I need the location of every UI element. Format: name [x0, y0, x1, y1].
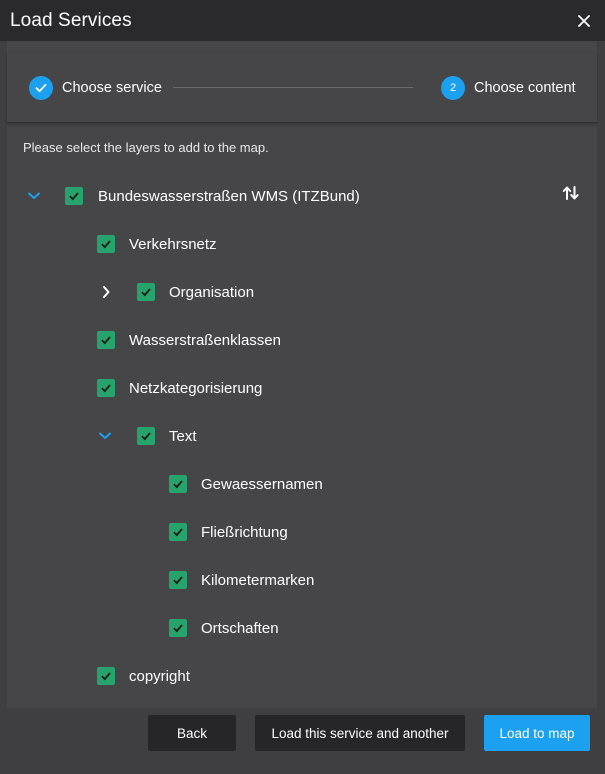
layer-checkbox[interactable]: [169, 523, 187, 541]
tree-item-netzkategorisierung: Netzkategorisierung: [97, 376, 262, 400]
layer-checkbox[interactable]: [97, 331, 115, 349]
step-choose-service[interactable]: Choose service: [29, 75, 162, 100]
layer-checkbox[interactable]: [137, 427, 155, 445]
layer-label: Gewaessernamen: [201, 475, 323, 493]
dialog-titlebar: Load Services: [0, 0, 605, 41]
stepper: Choose service 2 Choose content: [7, 53, 597, 123]
load-to-map-button[interactable]: Load to map: [484, 715, 590, 751]
dialog-footer: Back Load this service and another Load …: [0, 708, 605, 774]
layer-label: Fließrichtung: [201, 523, 288, 541]
tree-item-gewaessernamen: Gewaessernamen: [169, 472, 323, 496]
layer-label: Verkehrsnetz: [129, 235, 217, 253]
content-panel: Choose service 2 Choose content Please s…: [7, 41, 597, 708]
layer-checkbox[interactable]: [97, 667, 115, 685]
tree-item-fliessrichtung: Fließrichtung: [169, 520, 288, 544]
layer-checkbox[interactable]: [169, 619, 187, 637]
step-label: Choose service: [62, 79, 162, 96]
layer-checkbox[interactable]: [169, 571, 187, 589]
layer-checkbox[interactable]: [65, 187, 83, 205]
sort-arrows-icon[interactable]: [562, 184, 580, 202]
layer-label: copyright: [129, 667, 190, 685]
layer-label: Wasserstraßenklassen: [129, 331, 281, 349]
layer-label: Organisation: [169, 283, 255, 301]
tree-item-kilometermarken: Kilometermarken: [169, 568, 314, 592]
step-choose-content[interactable]: 2 Choose content: [441, 75, 576, 100]
tree-item-text: Text: [137, 424, 197, 448]
layer-checkbox[interactable]: [97, 235, 115, 253]
step-number: 2: [441, 75, 465, 100]
layer-label: Ortschaften: [201, 619, 279, 637]
chevron-down-icon[interactable]: [26, 188, 42, 204]
tree-item-root: Bundeswasserstraßen WMS (ITZBund): [65, 184, 360, 208]
tree-item-wasserstrassenklassen: Wasserstraßenklassen: [97, 328, 281, 352]
layer-checkbox[interactable]: [169, 475, 187, 493]
layer-label: Netzkategorisierung: [129, 379, 263, 397]
step-label: Choose content: [474, 79, 576, 96]
tree-item-verkehrsnetz: Verkehrsnetz: [97, 232, 217, 256]
dialog-title: Load Services: [10, 9, 132, 31]
layer-label: Kilometermarken: [201, 571, 315, 589]
close-icon[interactable]: [573, 10, 595, 32]
layer-label: Bundeswasserstraßen WMS (ITZBund): [98, 187, 360, 205]
layer-checkbox[interactable]: [137, 283, 155, 301]
chevron-right-icon[interactable]: [98, 284, 114, 300]
tree-item-ortschaften: Ortschaften: [169, 616, 279, 640]
instruction-text: Please select the layers to add to the m…: [23, 140, 269, 155]
tree-item-copyright: copyright: [97, 664, 190, 688]
chevron-down-icon[interactable]: [97, 428, 113, 444]
load-services-dialog: Load Services Choose service 2 Choose co…: [0, 0, 605, 774]
tree-item-organisation: Organisation: [137, 280, 254, 304]
back-button[interactable]: Back: [148, 715, 236, 751]
step-connector: [173, 87, 413, 88]
check-icon: [29, 75, 53, 100]
layer-label: Text: [169, 427, 197, 445]
layer-checkbox[interactable]: [97, 379, 115, 397]
load-another-button[interactable]: Load this service and another: [255, 715, 465, 751]
